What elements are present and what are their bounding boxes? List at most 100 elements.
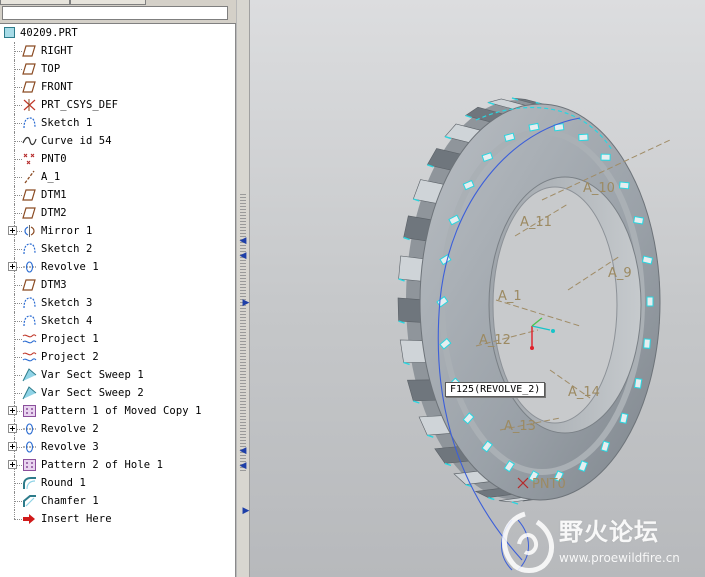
datum-axis-icon — [22, 170, 37, 184]
tree-item-label: Pattern 2 of Hole 1 — [41, 459, 164, 471]
tree-item[interactable]: Pattern 2 of Hole 1 — [0, 456, 236, 474]
tree-item-label: Insert Here — [41, 513, 112, 525]
sweep-icon — [22, 386, 37, 400]
tree-item-label: Var Sect Sweep 2 — [41, 387, 144, 399]
tree-item[interactable]: Sketch 1 — [0, 114, 236, 132]
tree-item[interactable]: DTM2 — [0, 204, 236, 222]
tooth-edge-mark — [511, 501, 519, 505]
tree-tab-right[interactable] — [70, 0, 146, 5]
point-label-pnt0[interactable]: PNT0 — [532, 477, 566, 492]
tree-item[interactable]: Sketch 4 — [0, 312, 236, 330]
pattern-icon — [22, 404, 37, 418]
tree-item[interactable]: Revolve 1 — [0, 258, 236, 276]
pane-splitter[interactable]: ◀ ◀ ▶ ◀ ◀ ▶ — [236, 0, 250, 577]
tree-item[interactable]: Project 2 — [0, 348, 236, 366]
expand-toggle-icon[interactable] — [8, 442, 17, 451]
tree-item[interactable]: Mirror 1 — [0, 222, 236, 240]
tree-item-label: PNT0 — [41, 153, 67, 165]
tree-item[interactable]: Chamfer 1 — [0, 492, 236, 510]
watermark-logo-icon — [502, 511, 554, 573]
tree-item[interactable]: TOP — [0, 60, 236, 78]
watermark-title: 野火论坛 — [559, 518, 659, 546]
tree-connector — [14, 357, 22, 358]
tree-item[interactable]: PNT0 — [0, 150, 236, 168]
axis-label-a1[interactable]: A_1 — [498, 289, 522, 304]
tree-root-item[interactable]: 40209.PRT — [0, 24, 236, 42]
tree-item[interactable]: A_1 — [0, 168, 236, 186]
watermark-url: www.proewildfire.cn — [559, 551, 680, 565]
tree-connector — [14, 249, 22, 250]
pattern-icon — [22, 458, 37, 472]
hole-slot — [618, 181, 630, 190]
revolve-icon — [22, 422, 37, 436]
axis-label-a13[interactable]: A_13 — [504, 419, 536, 434]
tree-item[interactable]: Round 1 — [0, 474, 236, 492]
collapse-left-arrow-icon[interactable]: ◀ — [238, 446, 248, 456]
tooth-edge-mark — [413, 400, 420, 404]
tree-item[interactable]: Sketch 3 — [0, 294, 236, 312]
tree-item[interactable]: Sketch 2 — [0, 240, 236, 258]
tree-item[interactable]: PRT_CSYS_DEF — [0, 96, 236, 114]
axis-label-a11[interactable]: A_11 — [520, 215, 552, 230]
tree-item[interactable]: Pattern 1 of Moved Copy 1 — [0, 402, 236, 420]
axis-label-a12[interactable]: A_12 — [479, 333, 511, 348]
tree-filter-field[interactable] — [2, 6, 228, 20]
tree-item[interactable]: Insert Here — [0, 510, 236, 528]
collapse-left-arrow-icon[interactable]: ◀ — [238, 461, 248, 471]
mirror-icon — [22, 224, 37, 238]
revolve-icon — [22, 260, 37, 274]
tree-item[interactable]: Var Sect Sweep 1 — [0, 366, 236, 384]
datum-plane-icon — [22, 62, 37, 76]
tree-tab-left[interactable] — [0, 0, 70, 5]
hole-slot — [578, 133, 589, 142]
sketch-icon — [22, 242, 37, 256]
revolve-icon — [22, 440, 37, 454]
axis-label-a14[interactable]: A_14 — [568, 385, 600, 400]
datum-plane-icon — [22, 188, 37, 202]
expand-toggle-icon[interactable] — [8, 406, 17, 415]
tree-item-label: RIGHT — [41, 45, 74, 57]
tree-item[interactable]: RIGHT — [0, 42, 236, 60]
model-render[interactable]: A_10 A_11 A_9 A_1 A_12 A_14 A_13 PNT0 — [250, 0, 705, 577]
tree-connector — [14, 285, 22, 286]
datum-plane-icon — [22, 44, 37, 58]
tree-item-label: Revolve 1 — [41, 261, 99, 273]
axis-label-a10[interactable]: A_10 — [583, 181, 615, 196]
tree-connector — [14, 105, 22, 106]
tree-item-label: Chamfer 1 — [41, 495, 99, 507]
tree-item[interactable]: Revolve 2 — [0, 420, 236, 438]
tree-item-label: Curve id 54 — [41, 135, 112, 147]
splitter-grip[interactable] — [240, 192, 246, 472]
project-icon — [22, 350, 37, 364]
tree-toolbar — [0, 0, 236, 24]
axis-label-a9[interactable]: A_9 — [608, 266, 632, 281]
tree-item[interactable]: DTM3 — [0, 276, 236, 294]
tree-item[interactable]: FRONT — [0, 78, 236, 96]
tree-connector — [14, 69, 22, 70]
expand-toggle-icon[interactable] — [8, 262, 17, 271]
tree-item-label: PRT_CSYS_DEF — [41, 99, 119, 111]
expand-toggle-icon[interactable] — [8, 424, 17, 433]
tree-connector — [14, 393, 22, 394]
expand-toggle-icon[interactable] — [8, 460, 17, 469]
datum-point-icon — [22, 152, 37, 166]
tree-connector — [14, 510, 15, 519]
tooth-edge-mark — [444, 462, 452, 467]
tree-connector — [14, 195, 22, 196]
collapse-left-arrow-icon[interactable]: ◀ — [238, 236, 248, 246]
selection-tooltip: F125(REVOLVE_2) — [445, 382, 546, 397]
expand-toggle-icon[interactable] — [8, 226, 17, 235]
tree-item-label: Project 2 — [41, 351, 99, 363]
tree-item-label: Project 1 — [41, 333, 99, 345]
tree-item[interactable]: Var Sect Sweep 2 — [0, 384, 236, 402]
collapse-left-arrow-icon[interactable]: ◀ — [238, 251, 248, 261]
tree-item[interactable]: DTM1 — [0, 186, 236, 204]
tree-item[interactable]: Curve id 54 — [0, 132, 236, 150]
tree-item[interactable]: Project 1 — [0, 330, 236, 348]
tree-item[interactable]: Revolve 3 — [0, 438, 236, 456]
tree-connector — [14, 303, 22, 304]
graphics-window[interactable]: A_10 A_11 A_9 A_1 A_12 A_14 A_13 PNT0 F1… — [250, 0, 705, 577]
datum-plane-icon — [22, 80, 37, 94]
hole-slot — [646, 296, 654, 307]
tree-item-label: A_1 — [41, 171, 61, 183]
